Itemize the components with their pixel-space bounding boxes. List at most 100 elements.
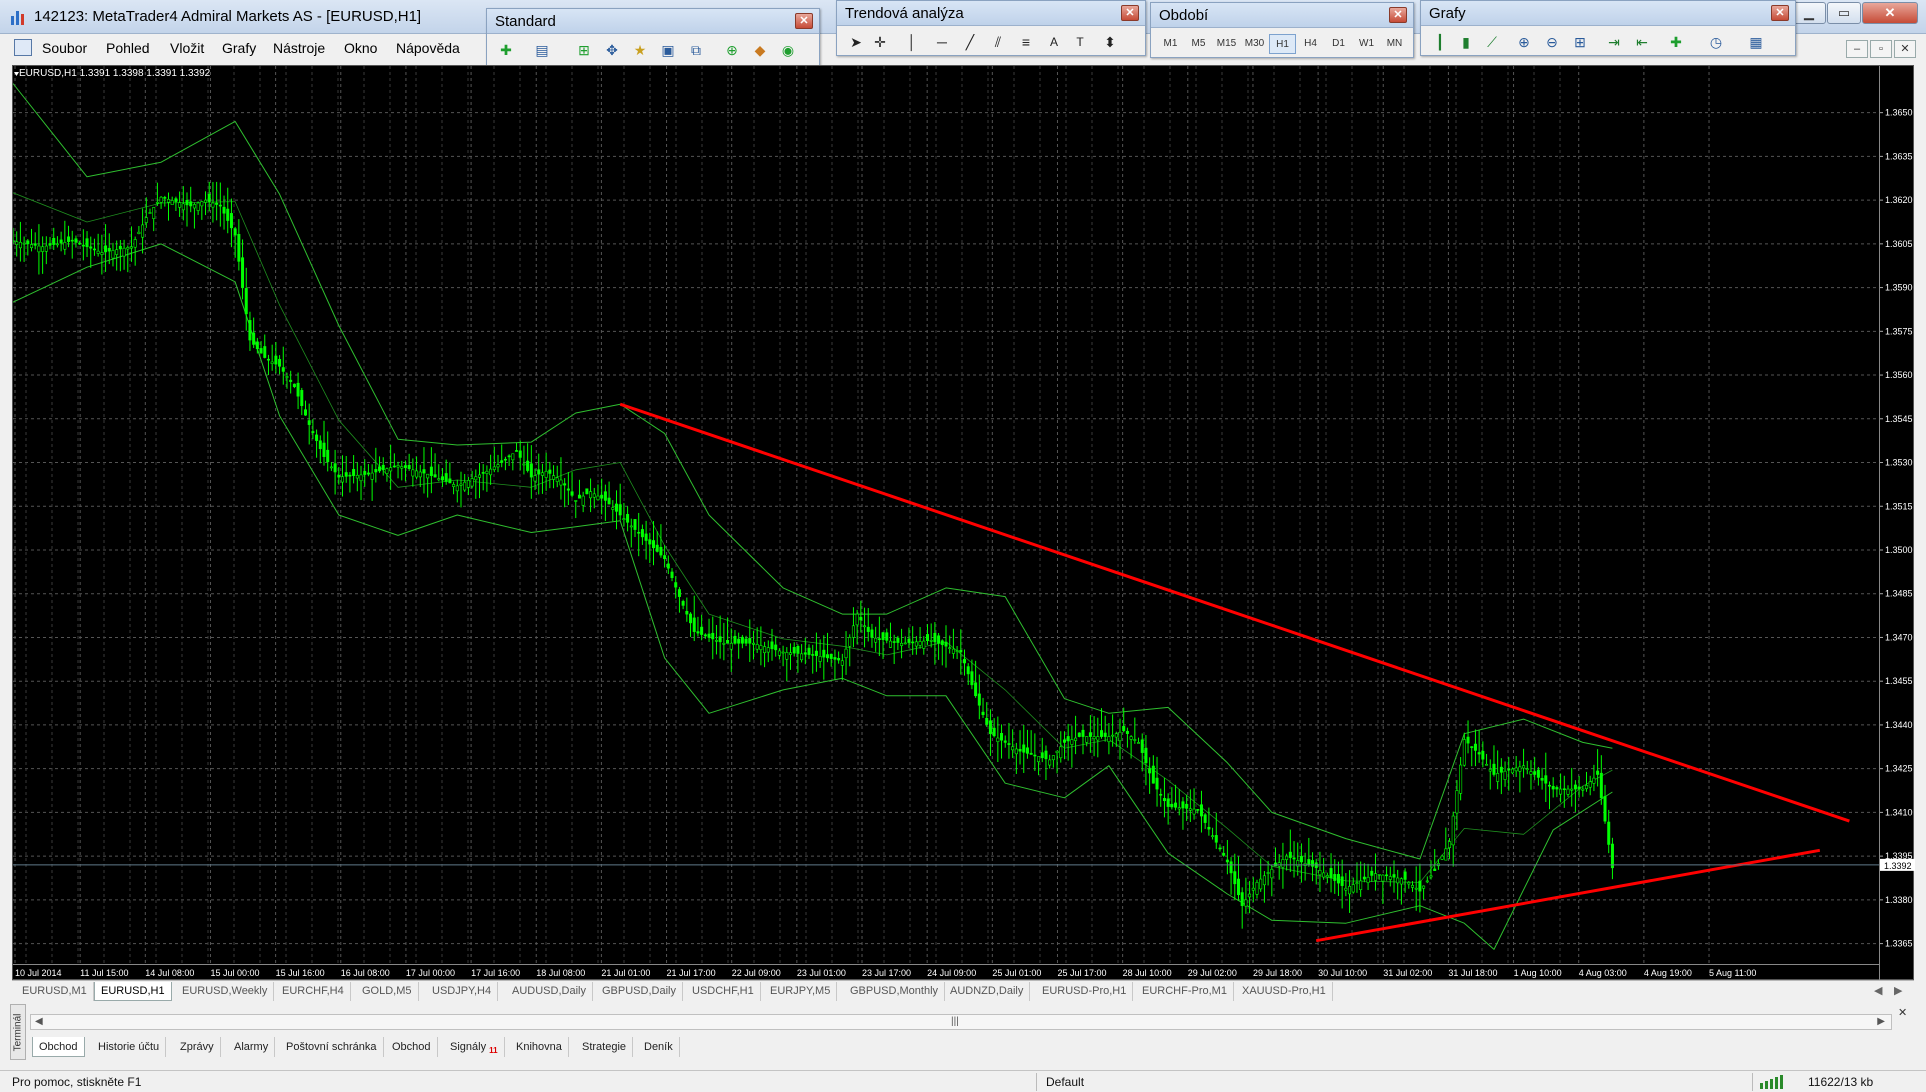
price-chart[interactable]: 1.3650 1.3635 1.3620 1.3605 1.3590 1.3575 1.35… (12, 65, 1915, 981)
maximize-button[interactable]: ▭ (1827, 2, 1861, 24)
crosshair-icon[interactable]: ✛ (869, 31, 891, 53)
menu-nastroje[interactable]: Nástroje (273, 40, 325, 56)
horizontal-line-icon[interactable]: ─ (931, 31, 953, 53)
templates-icon[interactable]: ▦ (1745, 31, 1767, 53)
terminal-tab-alerts[interactable]: Alarmy (228, 1037, 276, 1057)
metaeditor-icon[interactable]: ◆ (749, 39, 771, 61)
terminal-close-icon[interactable]: ✕ (1898, 1006, 1907, 1019)
terminal-sidebar[interactable]: Terminál (10, 1004, 26, 1060)
timeframe-m1[interactable]: M1 (1157, 34, 1184, 54)
time-axis[interactable] (13, 964, 1879, 981)
chart-tab-audnzd-daily[interactable]: AUDNZD,Daily (944, 982, 1031, 1001)
tabs-scroll-right-icon[interactable]: ▶ (1894, 984, 1902, 997)
close-button[interactable]: ✕ (1862, 2, 1918, 24)
toolbar-charts-titlebar[interactable]: Grafy (1421, 1, 1795, 26)
chart-tab-gbpusd-daily[interactable]: GBPUSD,Daily (596, 982, 683, 1001)
chart-tab-eurusd-h1[interactable]: EURUSD,H1 (94, 982, 172, 1001)
menu-grafy[interactable]: Grafy (222, 40, 256, 56)
terminal-tab-signals[interactable]: Signály 11 (444, 1037, 505, 1057)
trendline-icon[interactable]: ╱ (959, 31, 981, 53)
zoom-in-icon[interactable]: ⊕ (1513, 31, 1535, 53)
mdi-minimize-button[interactable]: ‒ (1846, 40, 1868, 58)
chart-tab-gbpusd-monthly[interactable]: GBPUSD,Monthly (844, 982, 946, 1001)
chart-tab-usdjpy-h4[interactable]: USDJPY,H4 (426, 982, 499, 1001)
toolbar-standard-titlebar[interactable]: Standard (487, 9, 819, 34)
candlestick-chart-icon[interactable]: ▮ (1455, 31, 1477, 53)
new-chart-icon[interactable]: ✚ (495, 39, 517, 61)
equidistant-channel-icon[interactable]: ⫽ (987, 31, 1009, 53)
menu-vlozit[interactable]: Vložit (170, 40, 204, 56)
fibonacci-icon[interactable]: ≡ (1015, 31, 1037, 53)
mdi-restore-button[interactable]: ▫ (1870, 40, 1892, 58)
chart-tab-xauusd-pro-h1[interactable]: XAUUSD-Pro,H1 (1236, 982, 1333, 1001)
profiles-icon[interactable]: ▤ (531, 39, 553, 61)
chart-canvas[interactable]: 1.36501.36351.36201.36051.35901.35751.35… (13, 66, 1915, 981)
scroll-left-icon[interactable]: ◀ (35, 1016, 43, 1027)
scroll-thumb[interactable]: ||| (951, 1016, 959, 1027)
menu-okno[interactable]: Okno (344, 40, 377, 56)
chart-tab-eurusd-pro-h1[interactable]: EURUSD-Pro,H1 (1036, 982, 1134, 1001)
terminal-scrollbar[interactable]: ◀ ||| ▶ (30, 1014, 1892, 1030)
timeframe-h4[interactable]: H4 (1297, 34, 1324, 54)
minimize-button[interactable]: ▁ (1792, 2, 1826, 24)
strategy-tester-icon[interactable]: ⧉ (685, 39, 707, 61)
tabs-scroll-left-icon[interactable]: ◀ (1874, 984, 1882, 997)
price-axis[interactable] (1879, 66, 1915, 981)
toolbar-trend-close-button[interactable]: ✕ (1121, 5, 1139, 21)
terminal-tab-market[interactable]: Obchod (386, 1037, 438, 1057)
market-watch-icon[interactable]: ⊞ (573, 39, 595, 61)
timeframe-m5[interactable]: M5 (1185, 34, 1212, 54)
menu-napoveda[interactable]: Nápověda (396, 40, 460, 56)
text-tool-icon[interactable]: A (1043, 31, 1065, 53)
arrows-icon[interactable]: ⬍ (1099, 31, 1121, 53)
indicators-icon[interactable]: ✚ (1665, 31, 1687, 53)
periods-clock-icon[interactable]: ◷ (1705, 31, 1727, 53)
zoom-out-icon[interactable]: ⊖ (1541, 31, 1563, 53)
tile-windows-icon[interactable]: ⊞ (1569, 31, 1591, 53)
menu-pohled[interactable]: Pohled (106, 40, 150, 56)
autotrading-icon[interactable]: ◉ (777, 39, 799, 61)
terminal-tab-account-history[interactable]: Historie účtu (92, 1037, 167, 1057)
timeframe-h1[interactable]: H1 (1269, 34, 1296, 54)
timeframe-d1[interactable]: D1 (1325, 34, 1352, 54)
text-label-icon[interactable]: T (1069, 31, 1091, 53)
toolbar-period-titlebar[interactable]: Období (1151, 3, 1413, 28)
terminal-tab-news[interactable]: Zprávy (174, 1037, 221, 1057)
status-profile[interactable]: Default (1046, 1075, 1084, 1089)
toolbar-period-close-button[interactable]: ✕ (1389, 7, 1407, 23)
timeframe-w1[interactable]: W1 (1353, 34, 1380, 54)
data-window-icon[interactable]: ✥ (601, 39, 623, 61)
terminal-tab-journal[interactable]: Deník (638, 1037, 680, 1057)
bar-chart-icon[interactable]: ┃ (1429, 31, 1451, 53)
chart-tab-eurusd-m1[interactable]: EURUSD,M1 (16, 982, 94, 1001)
chart-tab-eurchf-pro-m1[interactable]: EURCHF-Pro,M1 (1136, 982, 1234, 1001)
line-chart-icon[interactable]: ⟋ (1481, 31, 1503, 53)
vertical-line-icon[interactable]: │ (901, 31, 923, 53)
toolbar-charts-close-button[interactable]: ✕ (1771, 5, 1789, 21)
new-order-icon[interactable]: ⊕ (721, 39, 743, 61)
timeframe-mn[interactable]: MN (1381, 34, 1408, 54)
chart-tab-eurchf-h4[interactable]: EURCHF,H4 (276, 982, 351, 1001)
terminal-tab-library[interactable]: Knihovna (510, 1037, 569, 1057)
menu-soubor[interactable]: Soubor (42, 40, 87, 56)
chart-tab-gold-m5[interactable]: GOLD,M5 (356, 982, 419, 1001)
autoscroll-icon[interactable]: ⇤ (1631, 31, 1653, 53)
cursor-icon[interactable]: ➤ (845, 31, 867, 53)
chart-tab-audusd-daily[interactable]: AUDUSD,Daily (506, 982, 593, 1001)
document-icon[interactable] (14, 39, 32, 56)
toolbar-standard-close-button[interactable]: ✕ (795, 13, 813, 29)
terminal-tab-trade[interactable]: Obchod (32, 1037, 85, 1057)
timeframe-m30[interactable]: M30 (1241, 34, 1268, 54)
terminal-tab-experts[interactable]: Strategie (576, 1037, 634, 1057)
navigator-icon[interactable]: ★ (629, 39, 651, 61)
chart-tab-eurjpy-m5[interactable]: EURJPY,M5 (764, 982, 838, 1001)
terminal-icon[interactable]: ▣ (657, 39, 679, 61)
timeframe-m15[interactable]: M15 (1213, 34, 1240, 54)
chart-tab-eurusd-weekly[interactable]: EURUSD,Weekly (176, 982, 275, 1001)
scroll-right-icon[interactable]: ▶ (1877, 1016, 1885, 1027)
chart-shift-icon[interactable]: ⇥ (1603, 31, 1625, 53)
chart-tab-usdchf-h1[interactable]: USDCHF,H1 (686, 982, 761, 1001)
mdi-close-button[interactable]: ✕ (1894, 40, 1916, 58)
toolbar-trend-titlebar[interactable]: Trendová analýza (837, 1, 1145, 26)
terminal-tab-mailbox[interactable]: Poštovní schránka (280, 1037, 384, 1057)
